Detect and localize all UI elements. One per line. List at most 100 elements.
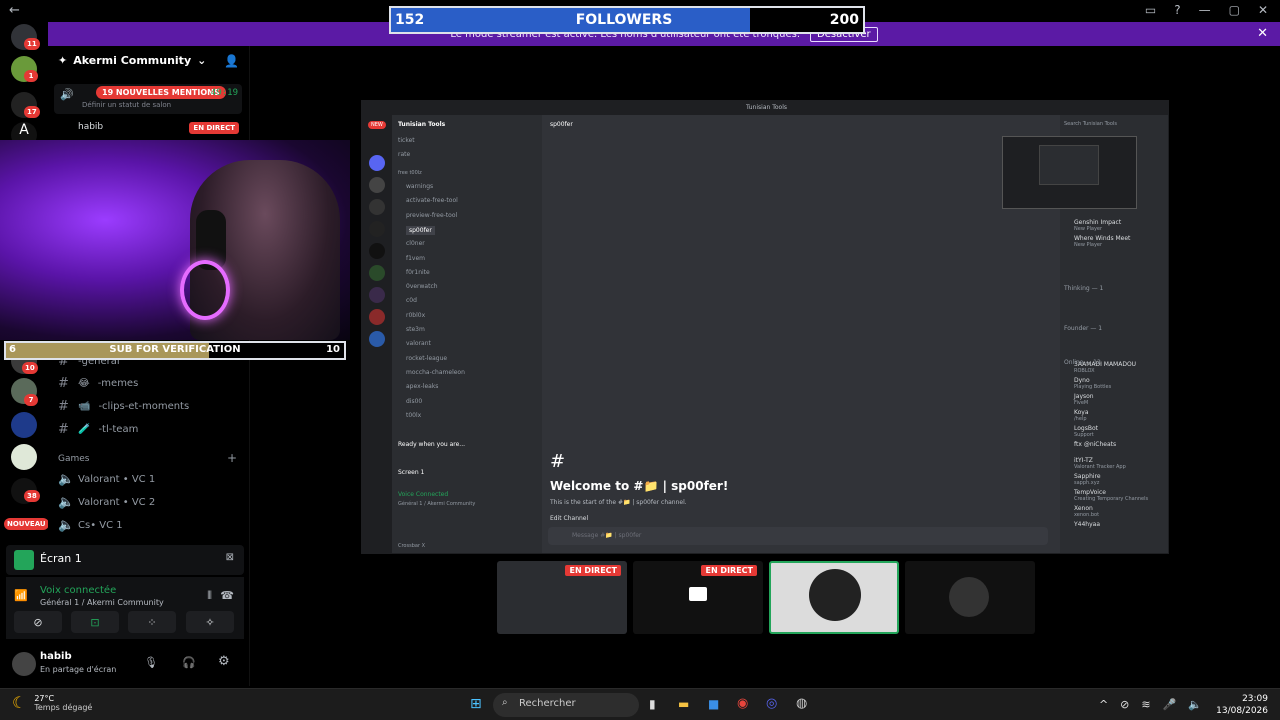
shared-channel: ste3m (406, 326, 425, 333)
voice-channel-item[interactable]: 🔈 Valorant • VC 1 (58, 472, 155, 487)
popout-icon[interactable]: ⊠ (226, 552, 234, 563)
activities-icon: ⁘ (147, 615, 157, 629)
inbox-icon[interactable]: ▭ (1145, 3, 1156, 17)
discord-icon[interactable]: ◎ (766, 696, 777, 711)
wifi-icon[interactable]: ≋ (1141, 698, 1150, 711)
chevron-down-icon: ⌄ (197, 54, 207, 67)
taskbar-search[interactable]: ⌕ Rechercher (493, 693, 639, 717)
mic-tray-icon[interactable]: 🎤 (1163, 698, 1177, 711)
shared-channel: activate-free-tool (406, 197, 458, 205)
channel-item[interactable]: # 🧪 -tl-team (58, 422, 138, 437)
task-view-icon[interactable]: ▮ (649, 697, 656, 711)
preview-inner (1039, 145, 1099, 185)
server-badge-icon: ✦ (58, 54, 68, 67)
server-icon[interactable] (11, 412, 37, 438)
hash-icon: # (550, 451, 566, 472)
add-member-icon[interactable]: 👤 (224, 54, 239, 68)
shared-ready-text: Ready when you are... (398, 441, 466, 448)
chevron-up-icon[interactable]: ^ (1099, 698, 1108, 711)
camera-off-button[interactable]: ⊘ (14, 611, 62, 633)
server-icon[interactable] (11, 444, 37, 470)
mic-icon[interactable]: 🎙 (144, 656, 158, 669)
minimize-icon[interactable]: — (1199, 3, 1211, 17)
signal-icon[interactable]: 📶 (14, 589, 28, 602)
avatar (949, 577, 989, 617)
shared-channel: rocket-league (406, 354, 448, 362)
noise-suppression-icon[interactable]: ⦀ (207, 589, 212, 603)
voice-channel-label: Cs• VC 1 (78, 520, 123, 531)
channel-item[interactable]: # 📹 -clips-et-moments (58, 399, 189, 414)
server-icon (369, 287, 385, 303)
voice-location[interactable]: Général 1 / Akermi Community (40, 598, 164, 607)
voice-channel-item[interactable]: 🔈 Cs• VC 1 (58, 518, 123, 533)
channel-label: -clips-et-moments (98, 401, 190, 412)
stream-preview (1002, 136, 1137, 209)
voice-channel-card[interactable]: 🔊 19 NOUVELLES MENTIONS 49:19 Définir un… (54, 84, 242, 114)
participant-tile[interactable] (905, 561, 1035, 634)
server-header[interactable]: ✦ Akermi Community ⌄ (58, 54, 206, 67)
desktop: ← ▭ ? — ▢ ✕ Le mode streamer est activé.… (0, 0, 1280, 720)
games-category[interactable]: Games (58, 454, 89, 464)
store-icon[interactable]: ■ (708, 697, 719, 711)
activities-button[interactable]: ⁘ (128, 611, 176, 633)
salon-status-input[interactable]: Définir un statut de salon (82, 101, 171, 109)
headphones-icon[interactable]: 🎧 (182, 656, 196, 669)
screen-share-panel[interactable]: Écran 1 ⊠ (6, 545, 244, 575)
unread-badge: 17 (24, 106, 40, 118)
avatar[interactable] (12, 652, 36, 676)
member-activity: Creating Temporary Channels (1074, 496, 1149, 502)
settings-gear-icon[interactable]: ⚙ (218, 654, 230, 669)
chrome-icon[interactable]: ◉ (737, 696, 748, 711)
camera-off-icon: ⊘ (33, 615, 43, 629)
soundboard-button[interactable]: ✧ (186, 611, 234, 633)
share-screen-button[interactable]: ⊡ (71, 611, 119, 633)
server-icon (369, 243, 385, 259)
speaker-icon: 🔈 (58, 518, 75, 533)
sub-label: SUB FOR VERIFICATION (109, 344, 241, 355)
shared-screen-window[interactable]: Tunisian Tools NEW Tunisian Tools ticket… (361, 100, 1169, 554)
live-badge: EN DIRECT (189, 122, 239, 134)
mentions-badge[interactable]: 19 NOUVELLES MENTIONS (96, 86, 226, 99)
voice-channel-label: Valorant • VC 2 (78, 497, 156, 508)
server-name: Akermi Community (73, 54, 192, 67)
soundboard-icon: ✧ (205, 615, 215, 629)
new-server-badge[interactable]: NOUVEAU (4, 518, 49, 530)
shared-channel: dis00 (406, 397, 423, 405)
shared-voice-status: Voice Connected (398, 491, 449, 498)
time: 23:09 (1242, 694, 1268, 704)
server-icon (369, 199, 385, 215)
disconnect-icon[interactable]: ☎ (220, 589, 234, 602)
network-off-icon[interactable]: ⊘ (1120, 698, 1129, 711)
member-name: Xenon (1074, 505, 1093, 512)
start-icon[interactable]: ⊞ (470, 696, 482, 712)
weather-widget[interactable]: ☾ 27°C Temps dégagé (12, 693, 92, 712)
voice-user-name[interactable]: habib (78, 122, 103, 132)
participant-tile[interactable]: EN DIRECT (497, 561, 627, 634)
weather-moon-icon: ☾ (12, 693, 27, 712)
shared-server-name: Tunisian Tools (398, 121, 446, 128)
close-icon[interactable]: ✕ (1258, 3, 1268, 17)
member-activity: New Player (1074, 226, 1103, 232)
screen-icon (14, 550, 34, 570)
user-panel: habib En partage d'écran 🎙 🎧 ⚙ (6, 646, 244, 682)
back-arrow-icon[interactable]: ← (9, 3, 20, 18)
add-channel-icon[interactable]: + (227, 451, 237, 465)
channel-item[interactable]: # 😂 -memes (58, 376, 138, 391)
help-icon[interactable]: ? (1174, 3, 1180, 17)
file-explorer-icon[interactable]: ▬ (678, 697, 689, 711)
server-icon (369, 221, 385, 237)
shared-channel: r0bl0x (406, 311, 426, 319)
shared-channel: moccha-chameleon (406, 368, 465, 376)
welcome-subtitle: This is the start of the #📁 | sp00fer ch… (550, 499, 687, 506)
shared-channel: sp00fer (406, 225, 435, 235)
obs-icon[interactable]: ◍ (796, 696, 807, 711)
shared-voice-location: Général 1 / Akermi Community (398, 501, 476, 507)
channel-label: -memes (97, 378, 139, 389)
volume-icon[interactable]: 🔈 (1188, 698, 1202, 711)
maximize-icon[interactable]: ▢ (1229, 3, 1240, 17)
voice-channel-item[interactable]: 🔈 Valorant • VC 2 (58, 495, 155, 510)
participant-tile[interactable] (769, 561, 899, 634)
participant-tile[interactable]: EN DIRECT (633, 561, 763, 634)
clock[interactable]: 23:09 13/08/2026 (1216, 693, 1268, 717)
banner-close-icon[interactable]: ✕ (1257, 26, 1268, 41)
